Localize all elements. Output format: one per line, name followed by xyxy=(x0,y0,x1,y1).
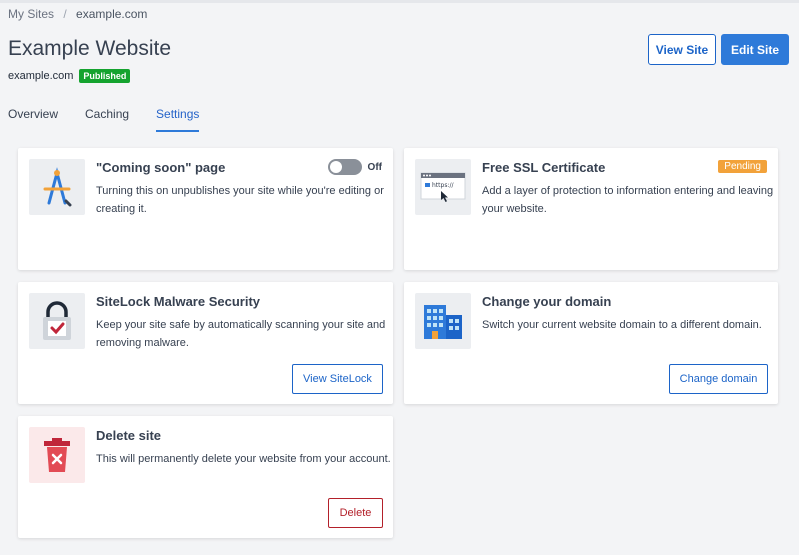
coming-soon-card: "Coming soon" page Turning this on unpub… xyxy=(18,148,393,270)
ssl-card: https:// Free SSL Certificate Add a laye… xyxy=(404,148,778,270)
pending-badge: Pending xyxy=(718,160,767,173)
toggle-label: Off xyxy=(367,161,382,173)
breadcrumb-separator: / xyxy=(63,7,67,21)
card-title: SiteLock Malware Security xyxy=(96,294,261,309)
delete-site-card: Delete site This will permanently delete… xyxy=(18,416,393,538)
tab-settings[interactable]: Settings xyxy=(156,107,200,132)
site-domain: example.com xyxy=(8,70,74,82)
browser-https-icon: https:// xyxy=(415,159,471,215)
top-divider xyxy=(0,0,799,3)
description-line: your website. xyxy=(482,203,547,215)
card-title: Delete site xyxy=(96,428,162,443)
tab-overview[interactable]: Overview xyxy=(8,107,58,132)
drafting-tools-icon xyxy=(29,159,85,215)
card-description: Turning this on unpublishes your site wh… xyxy=(96,182,384,218)
trash-icon xyxy=(29,427,85,483)
coming-soon-toggle[interactable] xyxy=(327,159,362,175)
breadcrumb-current: example.com xyxy=(76,7,148,21)
card-description: Keep your site safe by automatically sca… xyxy=(96,316,385,352)
description-line: This will permanently delete your websit… xyxy=(96,453,391,465)
card-title: Change your domain xyxy=(482,294,612,309)
description-line: Keep your site safe by automatically sca… xyxy=(96,319,386,331)
site-domain-row: example.com Published xyxy=(8,69,131,83)
coming-soon-toggle-group: Off xyxy=(327,159,382,175)
card-title: Free SSL Certificate xyxy=(482,160,606,175)
building-icon xyxy=(415,293,471,349)
page-title: Example Website xyxy=(8,37,172,60)
card-title: "Coming soon" page xyxy=(96,160,226,175)
padlock-check-icon xyxy=(29,293,85,349)
description-line: Switch your current website domain to a … xyxy=(482,319,762,331)
status-badge: Published xyxy=(79,69,131,83)
change-domain-card: Change your domain Switch your current w… xyxy=(404,282,778,404)
tab-caching[interactable]: Caching xyxy=(85,107,129,132)
edit-site-button[interactable]: Edit Site xyxy=(721,34,789,65)
card-description: This will permanently delete your websit… xyxy=(96,450,391,468)
description-line: Turning this on unpublishes your site wh… xyxy=(96,185,384,197)
description-line: creating it. xyxy=(96,203,147,215)
view-site-button[interactable]: View Site xyxy=(648,34,716,65)
https-text: https:// xyxy=(432,182,454,189)
breadcrumb: My Sites / example.com xyxy=(8,7,147,21)
view-sitelock-button[interactable]: View SiteLock xyxy=(292,364,383,394)
description-line: Add a layer of protection to information… xyxy=(482,185,774,197)
toggle-knob xyxy=(329,161,342,173)
card-description: Switch your current website domain to a … xyxy=(482,316,762,334)
breadcrumb-my-sites[interactable]: My Sites xyxy=(8,7,54,21)
card-description: Add a layer of protection to information… xyxy=(482,182,773,218)
change-domain-button[interactable]: Change domain xyxy=(669,364,768,394)
description-line: removing malware. xyxy=(96,337,189,349)
sitelock-card: SiteLock Malware Security Keep your site… xyxy=(18,282,393,404)
tab-bar: Overview Caching Settings xyxy=(8,107,226,132)
delete-button[interactable]: Delete xyxy=(328,498,383,528)
